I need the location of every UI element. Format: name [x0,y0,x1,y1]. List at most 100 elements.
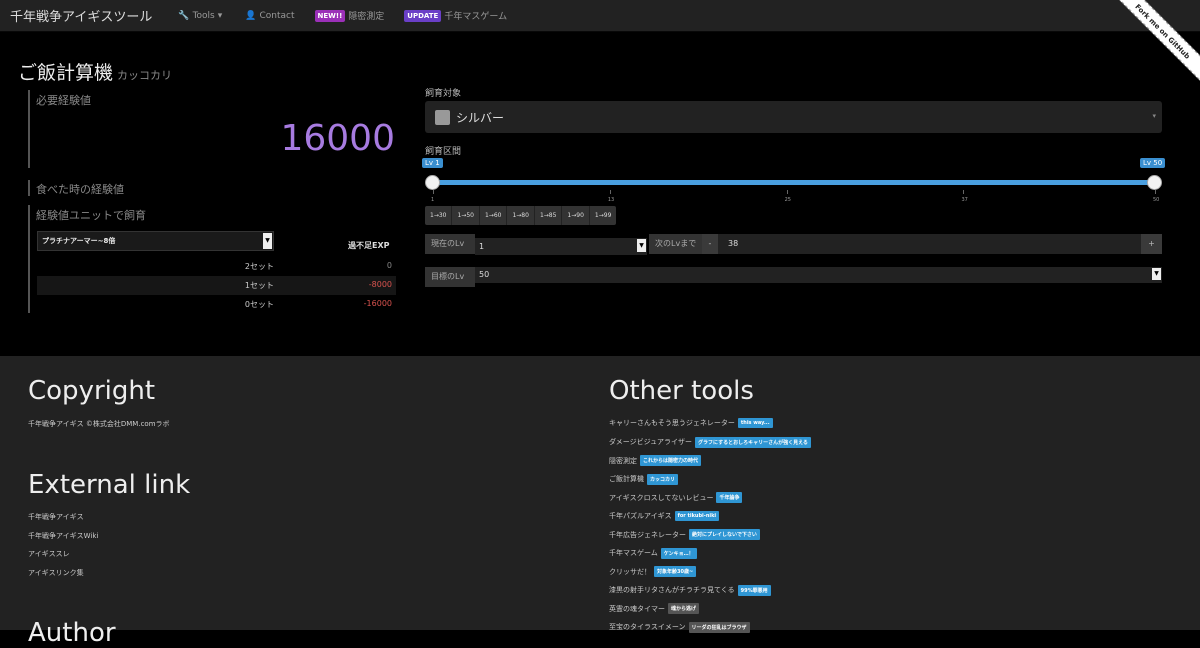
quick-range-buttons: 1→30 1→50 1→60 1→80 1→85 1→90 1→99 [425,206,617,225]
slider-tick [433,190,434,194]
target-value: シルバー [456,110,505,125]
quick-range-button[interactable]: 1→90 [562,206,590,225]
hidden-measure-link[interactable]: NEW!! 隠密測定 [314,9,385,22]
unit-select[interactable]: プラチナアーマー~8倍 ▼ [37,231,274,251]
external-link[interactable]: 千年戦争アイギスWiki [28,531,98,541]
quick-range-button[interactable]: 1→60 [480,206,508,225]
quick-range-button[interactable]: 1→99 [590,206,616,225]
tool-link[interactable]: 隠密測定 これからは隠密力の時代 [609,455,702,466]
tool-link[interactable]: 千年広告ジェネレーター 絶対にプレイしないで下さい [609,529,760,540]
external-link[interactable]: アイギスリンク集 [28,568,84,578]
page-title: ご飯計算機 カッコカリ [18,58,172,85]
contact-link[interactable]: 👤 Contact [245,11,294,21]
title-subtitle: カッコカリ [117,69,173,82]
external-link[interactable]: アイギススレ [28,549,70,559]
mass-game-link[interactable]: UPDATE 千年マスゲーム [404,9,507,22]
user-icon: 👤 [245,10,257,21]
tool-tag: 絶対にプレイしないで下さい [689,529,760,540]
caret-down-icon: ▾ [217,10,223,21]
hidden-measure-label: 隠密測定 [348,12,385,22]
tool-tag: for tikubi-niki [674,510,720,521]
current-lv-label: 現在のLv [425,234,475,254]
tool-link[interactable]: 千年パズルアイギス for tikubi-niki [609,510,720,521]
quick-range-button[interactable]: 1→30 [425,206,453,225]
exp-column-header: 過不足EXP [348,241,390,250]
external-link[interactable]: 千年戦争アイギス [28,512,84,522]
quick-range-button[interactable]: 1→80 [507,206,535,225]
unit-feed-label: 経験値ユニットで飼育 [36,209,146,222]
decrement-button[interactable]: - [702,234,718,254]
goal-lv-label: 目標のLv [425,267,475,287]
tool-link[interactable]: 英霊の魂タイマー 魂から逃げ [609,603,700,614]
new-badge: NEW!! [314,9,346,22]
tool-link[interactable]: 千年マスゲーム ケンキョ…！ [609,547,697,559]
tool-link[interactable]: キャリーさんもそう思うジェネレーター this way... [609,418,773,428]
other-tools-heading: Other tools [609,376,754,406]
tool-tag: カッコカリ [647,473,679,485]
range-label: 飼育区間 [425,147,462,157]
copyright-text: 千年戦争アイギス ©株式会社DMM.comラボ [28,420,170,428]
needed-exp-value: 16000 [280,118,395,159]
slider-tick [609,190,611,194]
wrench-icon: 🔧 [178,10,190,21]
tool-name: アイギスクロスしてないレビュー [609,493,714,502]
next-lv-label: 次のLvまで [649,234,702,254]
exp-cell: -16000 [363,299,392,308]
contact-label: Contact [259,10,295,21]
range-slider-track[interactable] [433,180,1155,185]
tool-tag: ケンキョ…！ [660,547,697,559]
slider-tick [786,190,788,194]
tool-link[interactable]: アイギスクロスしてないレビュー 千年論争 [609,492,743,503]
slider-tick [963,190,965,194]
author-heading: Author [28,618,116,648]
slider-handle-max[interactable] [1147,175,1162,190]
tool-tag: 対象年齢30歳~ [654,566,697,577]
quick-range-button[interactable]: 1→85 [535,206,563,225]
tool-name: 隠密測定 [609,456,637,465]
next-lv-input[interactable]: 38 [718,234,1141,254]
tools-label: Tools [192,10,215,21]
slider-handle-min[interactable] [425,175,440,190]
quick-range-button[interactable]: 1→50 [452,206,480,225]
sets-cell: 2セット [244,262,274,271]
needed-divider [28,90,30,168]
update-badge: UPDATE [404,9,442,22]
tool-tag: これからは隠密力の時代 [640,455,702,466]
current-lv-select[interactable]: 1 ▼ [475,238,647,255]
target-select[interactable]: シルバー ▾ [425,101,1162,133]
tool-link[interactable]: クリッサだ！ 対象年齢30歳~ [609,566,697,577]
select-arrow-icon: ▼ [263,233,272,249]
slider-tick-label: 1 [431,197,435,203]
goal-lv-value: 50 [479,270,490,279]
tool-name: 英霊の魂タイマー [609,604,665,613]
needed-exp-label: 必要経験値 [36,94,91,107]
tools-menu[interactable]: 🔧 Tools ▾ [178,11,225,21]
tool-name: ご飯計算機 [609,475,644,483]
tool-name: キャリーさんもそう思うジェネレーター [609,419,735,427]
table-row: 2セット 0 [37,257,396,276]
ate-divider [28,180,30,196]
tool-link[interactable]: 至宝のタイラスイメーン リーダの狂乱はブラウザ [609,621,750,633]
increment-button[interactable]: + [1141,234,1162,254]
tool-name: 至宝のタイラスイメーン [609,623,686,631]
lv-max-tag: Lv 50 [1140,158,1166,168]
title-text: ご飯計算機 [18,62,114,84]
tool-name: 千年パズルアイギス [609,511,672,520]
slider-tick-label: 50 [1153,197,1160,203]
sets-cell: 1セット [244,281,274,290]
tool-link[interactable]: ご飯計算機 カッコカリ [609,473,679,485]
tool-name: 千年マスゲーム [609,549,658,557]
github-ribbon[interactable]: Fork me on GitHub [1110,0,1200,87]
tool-tag: 魂から逃げ [668,603,700,614]
tool-name: クリッサだ！ [609,567,651,576]
table-row: 0セット -16000 [37,295,396,314]
tool-link[interactable]: ダメージビジュアライザー グラフにするとおしろキャリーさんが強く見える [609,436,811,448]
tool-link[interactable]: 漆黒の射手リタさんがチラチラ見てくる 99%罪悪用 [609,584,771,596]
tool-name: 千年広告ジェネレーター [609,530,686,539]
exp-cell: -8000 [368,280,392,289]
copyright-heading: Copyright [28,376,156,406]
brand-link[interactable]: 千年戦争アイギスツール [10,6,152,25]
navbar: 千年戦争アイギスツール 🔧 Tools ▾ 👤 Contact NEW!! 隠密… [0,0,1200,32]
goal-lv-select[interactable]: 50 ▼ [475,267,1162,283]
unit-select-value: プラチナアーマー~8倍 [42,237,116,245]
